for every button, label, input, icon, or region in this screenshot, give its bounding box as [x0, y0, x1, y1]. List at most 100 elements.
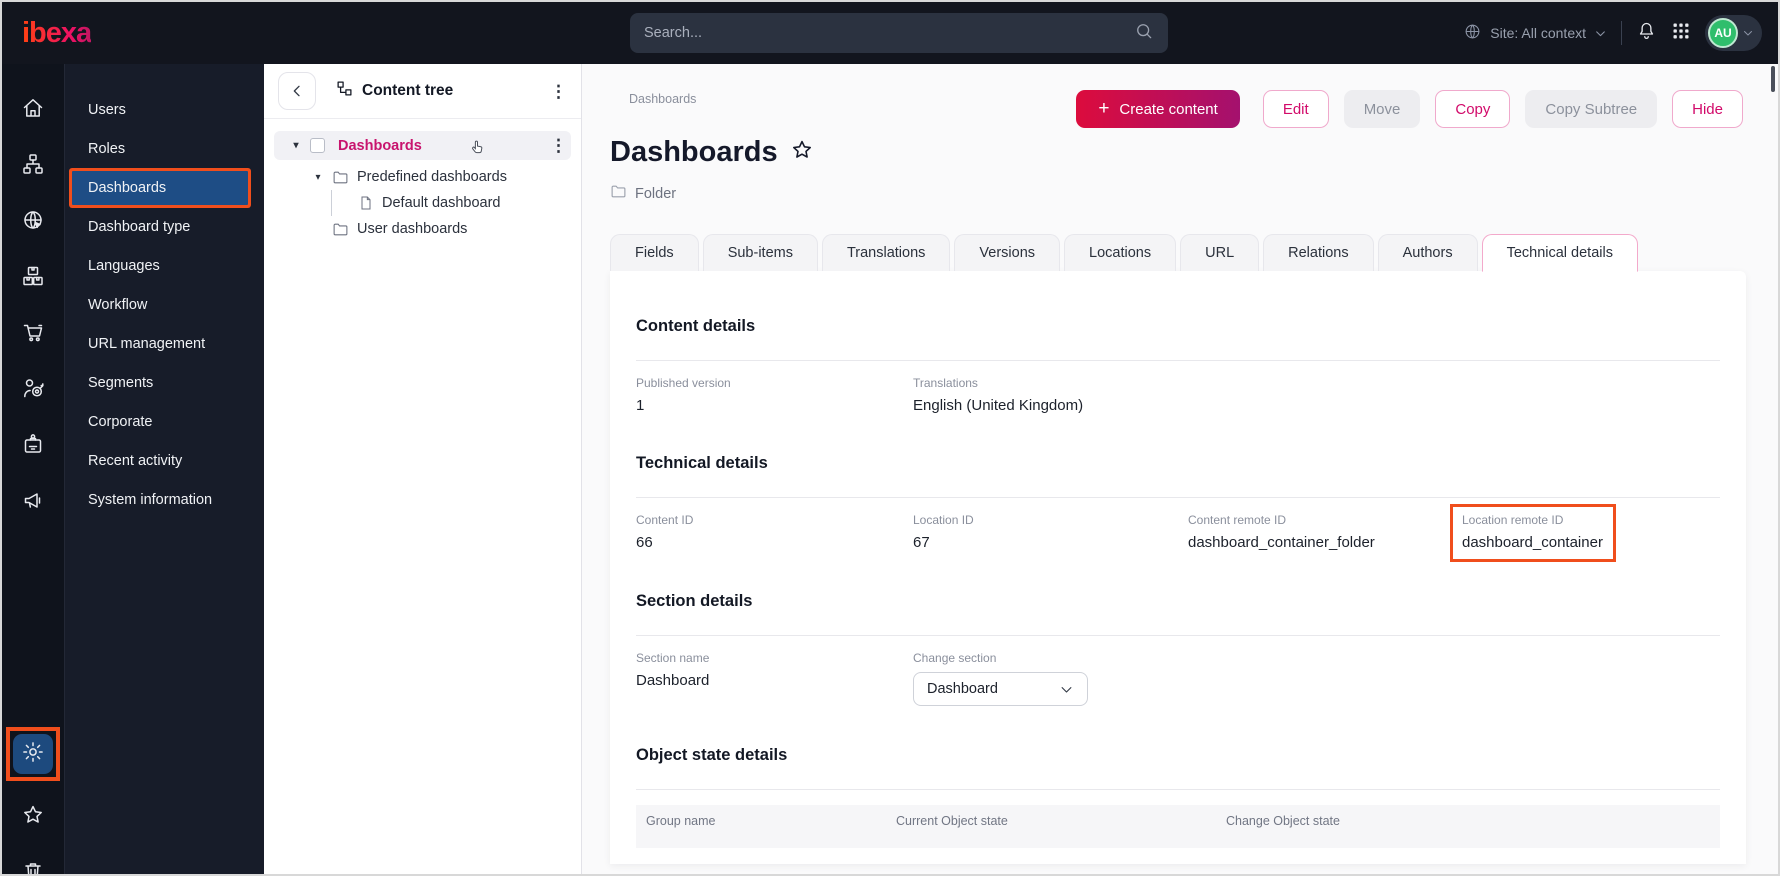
- admin-settings-button[interactable]: [13, 734, 53, 774]
- object-state-table-header: Group name Current Object state Change O…: [636, 805, 1720, 848]
- collapse-tree-button[interactable]: [278, 72, 316, 110]
- column-change-object-state: Change Object state: [1226, 814, 1720, 828]
- file-icon: [358, 195, 374, 211]
- site-globe-icon[interactable]: [20, 207, 46, 233]
- column-group-name: Group name: [646, 814, 896, 828]
- notifications-bell-icon[interactable]: [1636, 20, 1657, 46]
- move-button[interactable]: Move: [1344, 90, 1421, 128]
- tree-item-default-dashboard[interactable]: Default dashboard: [264, 190, 581, 216]
- field-location-id: Location ID 67: [913, 513, 1188, 552]
- ibexa-admin-screen: ibexa Site: All context AU: [0, 0, 1780, 876]
- sidebar-item-segments[interactable]: Segments: [72, 366, 248, 400]
- copy-button[interactable]: Copy: [1435, 90, 1510, 128]
- hide-button[interactable]: Hide: [1672, 90, 1743, 128]
- sidebar-item-users[interactable]: Users: [72, 93, 248, 127]
- favorite-star-icon[interactable]: [790, 138, 814, 167]
- search-input[interactable]: [644, 25, 1134, 41]
- content-tree-panel: Content tree ⋮ ▾ Dashboards ⋮ ▾: [264, 64, 582, 876]
- topbar-divider: [1621, 21, 1622, 45]
- sidebar-item-languages[interactable]: Languages: [72, 249, 248, 283]
- page-title: Dashboards: [610, 136, 778, 169]
- section-details-section: Section details Section name Dashboard C…: [636, 552, 1720, 706]
- field-location-remote-id: Location remote ID dashboard_container: [1462, 513, 1720, 552]
- copy-subtree-button[interactable]: Copy Subtree: [1525, 90, 1657, 128]
- site-context-selector[interactable]: Site: All context: [1463, 22, 1607, 44]
- icon-rail: [2, 64, 65, 876]
- trash-icon[interactable]: [20, 858, 46, 876]
- tab-sub-items[interactable]: Sub-items: [703, 234, 818, 271]
- field-section-name: Section name Dashboard: [636, 651, 913, 706]
- caret-down-icon[interactable]: ▾: [312, 172, 324, 183]
- sidebar-item-dashboards[interactable]: Dashboards: [72, 171, 248, 205]
- tab-fields[interactable]: Fields: [610, 234, 699, 271]
- content-details-section: Content details Published version 1 Tran…: [636, 275, 1720, 414]
- field-content-remote-id: Content remote ID dashboard_container_fo…: [1188, 513, 1462, 552]
- content-structure-icon[interactable]: [20, 151, 46, 177]
- sidebar-item-roles[interactable]: Roles: [72, 132, 248, 166]
- sidebar-item-workflow[interactable]: Workflow: [72, 288, 248, 322]
- chevron-down-icon: [1742, 27, 1754, 39]
- technical-details-panel: Content details Published version 1 Tran…: [610, 271, 1746, 864]
- tree-item-dashboards[interactable]: ▾ Dashboards ⋮: [274, 131, 571, 160]
- field-change-section: Change section Dashboard: [913, 651, 1188, 706]
- bookmarks-star-icon[interactable]: [20, 802, 46, 828]
- sidebar-item-url-management[interactable]: URL management: [72, 327, 248, 361]
- ibexa-logo[interactable]: ibexa: [22, 17, 91, 50]
- global-search[interactable]: [630, 13, 1168, 53]
- site-context-label: Site: All context: [1490, 25, 1586, 41]
- catalog-boxes-icon[interactable]: [20, 263, 46, 289]
- tab-locations[interactable]: Locations: [1064, 234, 1176, 271]
- change-section-dropdown[interactable]: Dashboard: [913, 672, 1088, 706]
- tree-icon: [336, 80, 353, 102]
- tab-authors[interactable]: Authors: [1378, 234, 1478, 271]
- sidebar-item-system-information[interactable]: System information: [72, 483, 248, 517]
- user-menu[interactable]: AU: [1705, 15, 1762, 51]
- tree-item-user-dashboards[interactable]: ▾ User dashboards: [264, 216, 581, 242]
- app-grid-icon[interactable]: [1671, 21, 1691, 46]
- segments-target-icon[interactable]: [20, 375, 46, 401]
- section-heading: Content details: [636, 317, 1720, 336]
- edit-button[interactable]: Edit: [1263, 90, 1329, 128]
- tab-versions[interactable]: Versions: [954, 234, 1060, 271]
- home-icon[interactable]: [20, 95, 46, 121]
- tree-item-predefined-dashboards[interactable]: ▾ Predefined dashboards: [264, 164, 581, 190]
- dropdown-chevron-icon: [1059, 682, 1074, 697]
- content-type-label: Folder: [635, 186, 676, 202]
- section-heading: Object state details: [636, 746, 1720, 765]
- search-icon[interactable]: [1134, 21, 1154, 46]
- field-translations: Translations English (United Kingdom): [913, 376, 1188, 414]
- chevron-left-icon: [289, 83, 305, 99]
- scrollbar-thumb[interactable]: [1771, 66, 1775, 92]
- gear-annotation-box: [6, 727, 60, 781]
- plus-icon: +: [1098, 98, 1109, 120]
- tree-item-label: Default dashboard: [382, 195, 501, 211]
- sidebar-item-dashboard-type[interactable]: Dashboard type: [72, 210, 248, 244]
- folder-icon: [332, 221, 349, 238]
- avatar: AU: [1708, 18, 1738, 48]
- tree-options-kebab-icon[interactable]: ⋮: [550, 83, 567, 100]
- tree-item-label: Predefined dashboards: [357, 169, 507, 185]
- corporate-badge-icon[interactable]: [20, 431, 46, 457]
- content-tree-header: Content tree ⋮: [264, 64, 581, 119]
- sidebar-item-corporate[interactable]: Corporate: [72, 405, 248, 439]
- content-tree-title: Content tree: [362, 82, 453, 100]
- gear-icon: [21, 740, 45, 769]
- tree-checkbox[interactable]: [310, 138, 325, 153]
- marketing-megaphone-icon[interactable]: [20, 487, 46, 513]
- tab-url[interactable]: URL: [1180, 234, 1259, 271]
- tree-item-kebab-icon[interactable]: ⋮: [550, 137, 567, 154]
- create-content-button[interactable]: + Create content: [1076, 90, 1240, 128]
- cursor-hand-icon: [469, 139, 486, 160]
- sidebar-item-recent-activity[interactable]: Recent activity: [72, 444, 248, 478]
- topbar-right-cluster: Site: All context AU: [1463, 2, 1762, 64]
- tab-translations[interactable]: Translations: [822, 234, 950, 271]
- tab-technical-details[interactable]: Technical details: [1482, 234, 1638, 272]
- section-heading: Section details: [636, 592, 1720, 611]
- chevron-down-icon: [1594, 27, 1607, 40]
- tab-relations[interactable]: Relations: [1263, 234, 1373, 271]
- cart-icon[interactable]: [20, 319, 46, 345]
- tree-item-label: Dashboards: [338, 138, 422, 154]
- section-heading: Technical details: [636, 454, 1720, 473]
- caret-down-icon[interactable]: ▾: [290, 140, 302, 151]
- admin-sidebar: Users Roles Dashboards Dashboard type La…: [65, 64, 264, 876]
